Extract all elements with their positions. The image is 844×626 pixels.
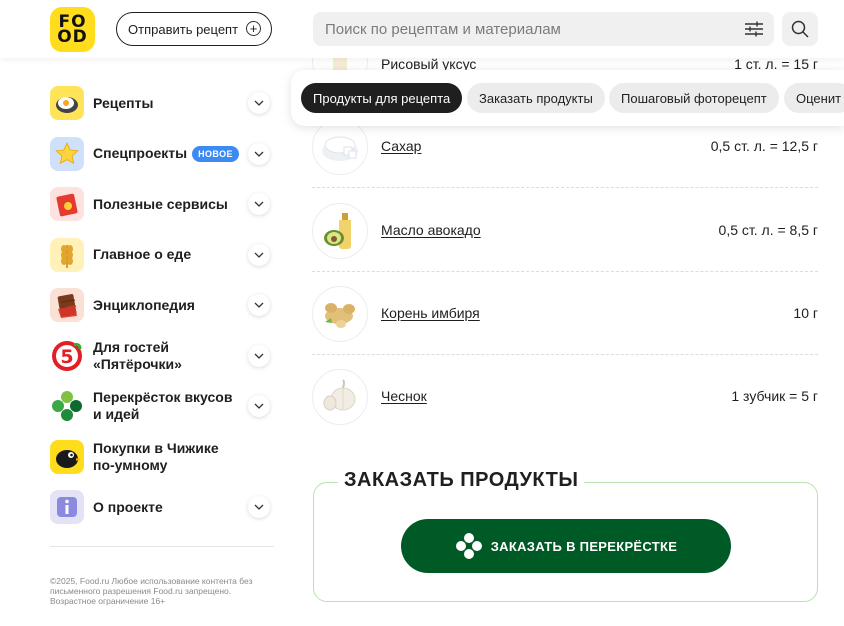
search-icon	[791, 20, 809, 38]
sidebar-item-services[interactable]: Полезные сервисы	[50, 179, 274, 230]
sidebar: Рецепты Спецпроекты НОВОЕ Полезные серви…	[50, 78, 274, 533]
chevron-down-icon[interactable]	[248, 193, 270, 216]
sidebar-item-chizhik[interactable]: Покупки в Чижике по-умному	[50, 432, 274, 483]
food-logo[interactable]: FO OD	[50, 7, 95, 52]
sidebar-item-special-projects[interactable]: Спецпроекты НОВОЕ	[50, 129, 274, 180]
sidebar-item-label: Перекрёсток вкусов и идей	[93, 389, 233, 423]
perekrestok-logo-icon	[50, 389, 84, 424]
ingredient-row: Чеснок 1 зубчик = 5 г	[312, 355, 818, 438]
ingredient-name[interactable]: Сахар	[381, 138, 421, 154]
ingredient-name[interactable]: Масло авокадо	[381, 222, 481, 238]
order-button-label: ЗАКАЗАТЬ В ПЕРЕКРЁСТКЕ	[490, 538, 678, 554]
sidebar-item-label: Покупки в Чижике по-умному	[93, 439, 219, 473]
order-products-section: ЗАКАЗАТЬ ПРОДУКТЫ ЗАКАЗАТЬ В ПЕРЕКРЁСТКЕ	[313, 469, 818, 602]
wheat-icon	[50, 237, 84, 272]
tab-step-photo-recipe[interactable]: Пошаговый фоторецепт	[609, 83, 779, 113]
sidebar-item-label: Полезные сервисы	[93, 195, 228, 212]
chevron-down-icon[interactable]	[248, 142, 270, 165]
chevron-down-icon[interactable]	[248, 92, 270, 115]
star-icon	[50, 136, 84, 171]
plus-icon: +	[246, 21, 261, 36]
sidebar-item-pyaterochka[interactable]: 5 Для гостей «Пятёрочки»	[50, 331, 274, 382]
info-icon	[50, 490, 84, 525]
order-section-title: ЗАКАЗАТЬ ПРОДУКТЫ	[338, 469, 585, 492]
svg-text:5: 5	[60, 346, 73, 368]
fried-egg-icon	[50, 86, 84, 121]
sidebar-item-about[interactable]: О проекте	[50, 482, 274, 533]
sidebar-item-label: Главное о еде	[93, 246, 192, 263]
sidebar-item-recipes[interactable]: Рецепты	[50, 78, 274, 129]
search-input[interactable]: Поиск по рецептам и материалам	[313, 12, 774, 46]
sidebar-divider	[50, 546, 274, 547]
ingredient-amount: 0,5 ст. л. = 12,5 г	[710, 138, 818, 154]
sidebar-item-label: О проекте	[93, 498, 163, 515]
header: FO OD Отправить рецепт + Поиск по рецепт…	[0, 0, 844, 58]
send-recipe-button[interactable]: Отправить рецепт +	[116, 12, 272, 46]
ingredient-row: Корень имбиря 10 г	[312, 272, 818, 355]
chevron-down-icon[interactable]	[248, 243, 270, 266]
order-perekrestok-button[interactable]: ЗАКАЗАТЬ В ПЕРЕКРЁСТКЕ	[401, 519, 731, 573]
avocado-oil-icon	[312, 203, 368, 259]
sidebar-item-encyclopedia[interactable]: Энциклопедия	[50, 280, 274, 331]
sugar-bowl-icon	[312, 119, 368, 175]
sidebar-item-label: Энциклопедия	[93, 296, 195, 313]
footer-copyright: ©2025, Food.ru Любое использование конте…	[50, 576, 253, 606]
pyaterochka-logo-icon: 5	[50, 338, 84, 373]
search-placeholder: Поиск по рецептам и материалам	[325, 20, 561, 38]
tab-order-products[interactable]: Заказать продукты	[467, 83, 605, 113]
ingredient-name[interactable]: Чеснок	[381, 388, 427, 404]
perekrestok-logo-icon	[455, 533, 482, 559]
ginger-root-icon	[312, 286, 368, 342]
sidebar-item-label: Рецепты	[93, 94, 154, 111]
chocolate-icon	[50, 288, 84, 323]
logo-text-bottom: OD	[57, 26, 88, 47]
sidebar-item-label: Для гостей «Пятёрочки»	[93, 338, 182, 372]
tab-rate[interactable]: Оценит	[784, 83, 844, 113]
ingredient-row: Масло авокадо 0,5 ст. л. = 8,5 г	[312, 189, 818, 272]
new-badge: НОВОЕ	[192, 145, 239, 162]
sidebar-item-food-main[interactable]: Главное о еде	[50, 230, 274, 281]
sidebar-item-label: Спецпроекты	[93, 145, 188, 162]
chizhik-bird-icon	[50, 439, 84, 474]
sidebar-item-perekrestok[interactable]: Перекрёсток вкусов и идей	[50, 381, 274, 432]
chevron-down-icon[interactable]	[248, 496, 270, 519]
ingredient-name[interactable]: Корень имбиря	[381, 305, 480, 321]
tab-recipe-products[interactable]: Продукты для рецепта	[301, 83, 463, 113]
ingredient-amount: 0,5 ст. л. = 8,5 г	[718, 222, 818, 238]
gift-box-icon	[50, 187, 84, 222]
filter-icon[interactable]	[744, 20, 764, 38]
send-recipe-label: Отправить рецепт	[128, 21, 239, 37]
chevron-down-icon[interactable]	[248, 395, 270, 418]
chevron-down-icon[interactable]	[248, 344, 270, 367]
chevron-down-icon[interactable]	[248, 294, 270, 317]
recipe-tabs: Продукты для рецепта Заказать продукты П…	[291, 70, 844, 126]
ingredient-amount: 1 зубчик = 5 г	[731, 388, 818, 404]
search-button[interactable]	[782, 12, 818, 46]
ingredient-amount: 10 г	[793, 305, 818, 321]
garlic-icon	[312, 369, 368, 425]
